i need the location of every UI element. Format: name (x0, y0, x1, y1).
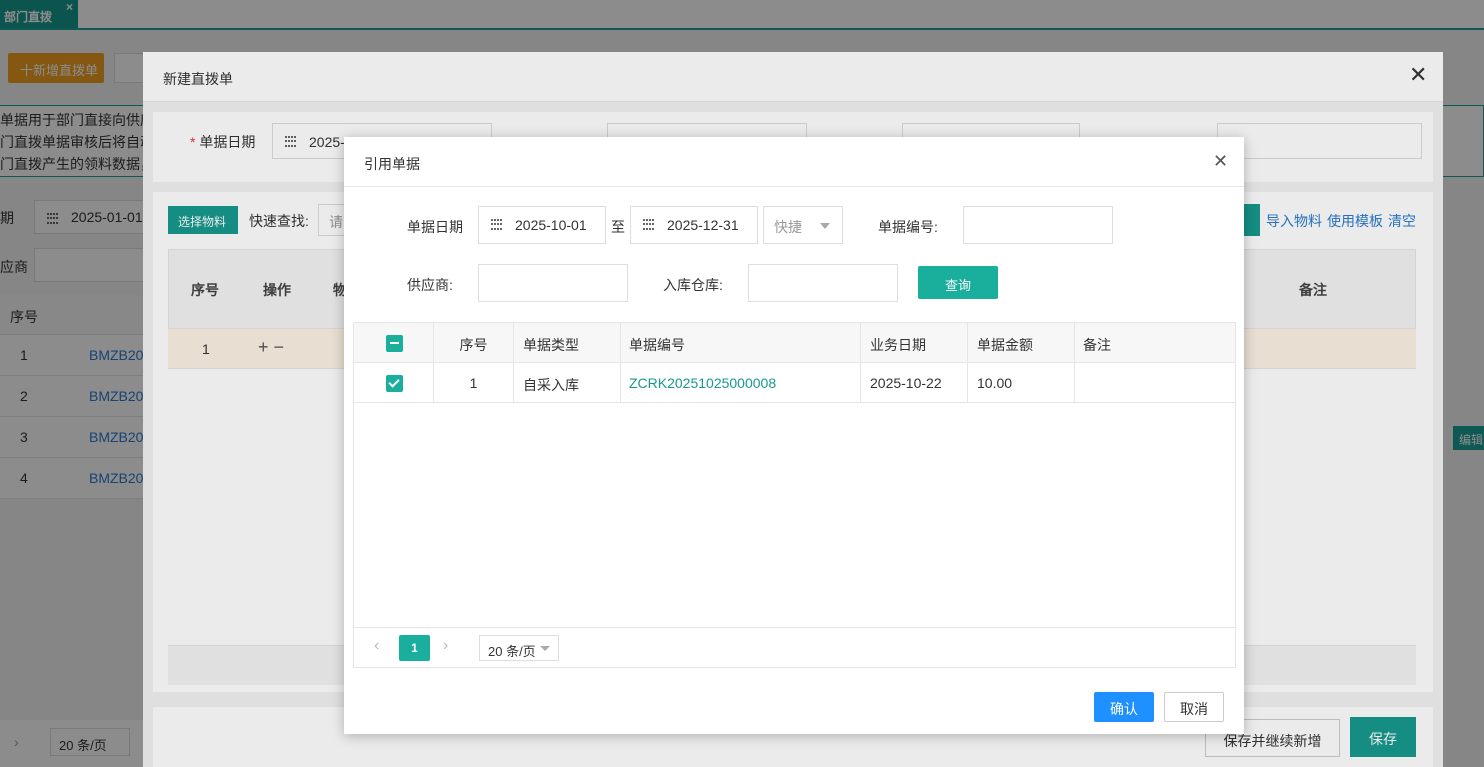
col-remark: 备注 (1083, 337, 1111, 353)
table-pager: ‹ 1 › 20 条/页 (354, 627, 1235, 667)
supplier-input[interactable] (478, 264, 628, 302)
row-doc-no-link[interactable]: ZCRK20251025000008 (621, 363, 861, 403)
dialog-header: 引用单据 ✕ (344, 137, 1244, 187)
doc-no-input[interactable] (963, 206, 1113, 244)
warehouse-label: 入库仓库: (663, 277, 723, 293)
chevron-down-icon (540, 646, 550, 651)
prev-page-icon[interactable]: ‹ (374, 637, 379, 655)
to-label: 至 (611, 219, 625, 235)
row-type: 自采入库 (514, 363, 621, 403)
col-select (354, 323, 434, 363)
close-icon[interactable]: ✕ (1213, 152, 1228, 170)
page-size-select[interactable]: 20 条/页 (479, 635, 559, 661)
row-seq: 1 (434, 363, 514, 403)
date-from-value: 2025-10-01 (515, 217, 587, 233)
chevron-down-icon (820, 223, 830, 229)
row-amount: 10.00 (968, 363, 1075, 403)
col-seq: 序号 (434, 323, 514, 363)
doc-no-label: 单据编号: (878, 219, 938, 235)
quick-range-select[interactable]: 快捷 (763, 206, 843, 244)
col-amount: 单据金额 (968, 323, 1075, 363)
reference-document-dialog: 引用单据 ✕ 单据日期 2025-10-01 至 2025-12-31 快捷 单… (344, 137, 1244, 734)
row-checkbox[interactable] (386, 375, 403, 392)
row-remark (1075, 363, 1235, 403)
col-doc-no: 单据编号 (621, 323, 861, 363)
row-date: 2025-10-22 (861, 363, 968, 403)
quick-range-value: 快捷 (774, 219, 802, 235)
col-date: 业务日期 (861, 323, 968, 363)
col-type: 单据类型 (514, 323, 621, 363)
cancel-button[interactable]: 取消 (1164, 692, 1224, 722)
page-size-value: 20 条/页 (488, 644, 536, 659)
confirm-button[interactable]: 确认 (1094, 692, 1154, 722)
warehouse-input[interactable] (748, 264, 898, 302)
query-button[interactable]: 查询 (918, 266, 998, 299)
next-page-icon[interactable]: › (443, 637, 448, 655)
select-all-checkbox[interactable] (386, 335, 403, 352)
date-to-value: 2025-12-31 (667, 217, 739, 233)
page-number[interactable]: 1 (399, 635, 430, 661)
document-table: 序号 单据类型 单据编号 业务日期 单据金额 备注 1 自采入库 ZCRK202… (353, 322, 1236, 668)
calendar-icon (643, 219, 655, 231)
date-to-field[interactable]: 2025-12-31 (630, 206, 758, 244)
date-label: 单据日期 (407, 219, 463, 235)
row-select (354, 363, 434, 403)
dialog-title: 引用单据 (364, 156, 420, 172)
table-header: 序号 单据类型 单据编号 业务日期 单据金额 备注 (354, 323, 1235, 363)
calendar-icon (491, 219, 503, 231)
table-row[interactable]: 1 自采入库 ZCRK20251025000008 2025-10-22 10.… (354, 363, 1235, 403)
date-from-field[interactable]: 2025-10-01 (478, 206, 606, 244)
supplier-label: 供应商: (407, 277, 453, 293)
